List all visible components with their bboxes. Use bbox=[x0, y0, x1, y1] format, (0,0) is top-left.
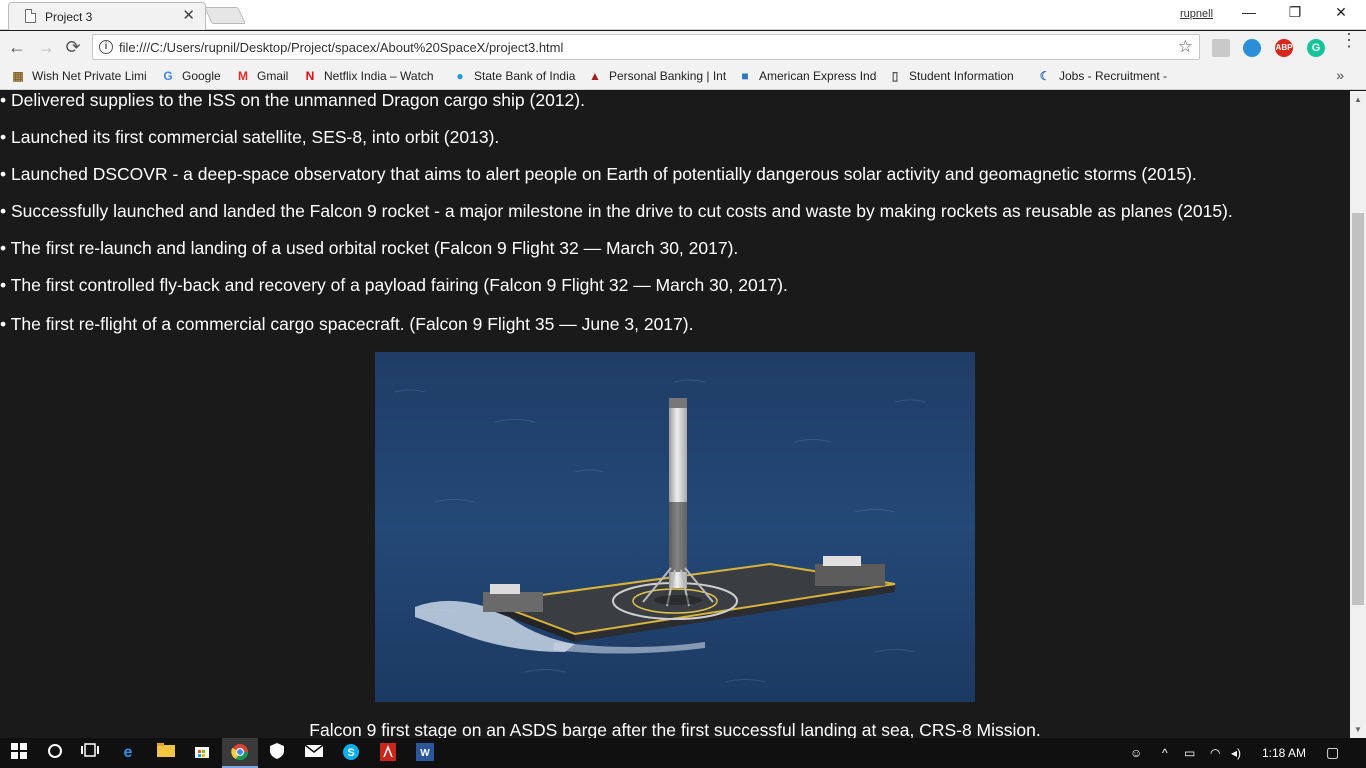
bookmark-label: Jobs - Recruitment - bbox=[1059, 69, 1168, 83]
vertical-scrollbar[interactable]: ▲ ▼ bbox=[1350, 91, 1366, 738]
scroll-down-arrow[interactable]: ▼ bbox=[1350, 725, 1366, 734]
edge-browser-icon[interactable]: e bbox=[118, 743, 138, 763]
chevron-up-icon[interactable]: ^ bbox=[1162, 746, 1168, 760]
milestone-item: • Launched its first commercial satellit… bbox=[0, 127, 500, 147]
adblock-plus-icon[interactable]: ABP bbox=[1275, 39, 1293, 57]
chrome-icon[interactable] bbox=[230, 743, 250, 763]
jobs-icon: ☾ bbox=[1039, 69, 1051, 83]
bookmark-item[interactable]: ■ American Express Ind bbox=[737, 68, 876, 86]
profile-button[interactable]: rupnell bbox=[1180, 8, 1213, 20]
grammarly-icon[interactable]: G bbox=[1307, 39, 1325, 57]
search-icon[interactable] bbox=[45, 743, 65, 763]
amex-icon: ■ bbox=[741, 69, 749, 83]
menu-icon[interactable]: ⋮ bbox=[1340, 31, 1358, 49]
browser-tab-strip: Project 3 ✕ rupnell — ❐ ✕ bbox=[0, 0, 1366, 30]
reload-button[interactable]: ⟳ bbox=[62, 36, 84, 58]
bookmarks-bar: ▦ Wish Net Private Limi G Google M Gmail NN… bbox=[0, 63, 1366, 90]
svg-text:W: W bbox=[420, 748, 430, 759]
bookmark-label: Personal Banking | Int bbox=[609, 69, 727, 83]
page-icon: ▯ bbox=[891, 69, 899, 83]
eye-extension-icon[interactable] bbox=[1243, 39, 1261, 57]
bookmark-item[interactable]: G Google bbox=[160, 68, 221, 86]
bookmark-label: Wish Net Private Limi bbox=[32, 69, 147, 83]
store-icon[interactable] bbox=[192, 743, 212, 763]
minimize-button[interactable]: — bbox=[1226, 4, 1272, 20]
bookmark-item[interactable]: ● State Bank of India bbox=[452, 68, 575, 86]
restore-button[interactable]: ❐ bbox=[1272, 4, 1318, 21]
back-button[interactable]: ← bbox=[6, 36, 28, 58]
google-icon: G bbox=[163, 69, 173, 83]
scrollbar-thumb[interactable] bbox=[1352, 213, 1364, 605]
bookmark-label: Gmail bbox=[257, 69, 289, 83]
document-icon bbox=[25, 9, 36, 23]
bookmark-item[interactable]: ▲ Personal Banking | Int bbox=[587, 68, 726, 86]
new-tab-button[interactable] bbox=[204, 7, 246, 24]
url-text[interactable]: file:///C:/Users/rupnil/Desktop/Project/… bbox=[119, 40, 563, 55]
bookmark-item[interactable]: ▦ Wish Net Private Limi bbox=[10, 68, 147, 86]
bookmark-label: American Express Ind bbox=[759, 69, 877, 83]
tab-title: Project 3 bbox=[45, 10, 93, 24]
shield-icon[interactable] bbox=[267, 743, 287, 763]
bookmark-star-icon[interactable]: ☆ bbox=[1178, 37, 1193, 57]
browser-toolbar: ← → ⟳ i file:///C:/Users/rupnil/Desktop/… bbox=[0, 31, 1366, 63]
mail-icon[interactable] bbox=[304, 743, 324, 763]
scroll-up-arrow[interactable]: ▲ bbox=[1350, 95, 1366, 104]
falcon9-barge-photo bbox=[375, 352, 975, 702]
taskbar-clock[interactable]: 1:18 AM bbox=[1262, 746, 1306, 760]
bank-icon: ▲ bbox=[589, 69, 601, 83]
windows-start-icon[interactable] bbox=[9, 743, 29, 763]
sbi-icon: ● bbox=[456, 69, 464, 83]
milestone-item: • The first re-launch and landing of a u… bbox=[0, 238, 739, 258]
wishnet-icon: ▦ bbox=[12, 69, 24, 83]
volume-icon[interactable]: ◂) bbox=[1231, 746, 1241, 760]
skype-icon[interactable]: S bbox=[341, 743, 361, 763]
gmail-icon: M bbox=[238, 69, 248, 83]
bookmark-item[interactable]: ☾ Jobs - Recruitment - bbox=[1037, 68, 1167, 86]
milestone-item: • Successfully launched and landed the F… bbox=[0, 201, 1233, 221]
tab-close-button[interactable]: ✕ bbox=[182, 8, 195, 24]
wifi-icon[interactable]: ◠ bbox=[1210, 746, 1220, 760]
bookmark-label: State Bank of India bbox=[474, 69, 576, 83]
more-bookmarks-button[interactable]: » bbox=[1336, 67, 1344, 83]
extension-icon[interactable] bbox=[1212, 39, 1230, 57]
close-window-button[interactable]: ✕ bbox=[1318, 4, 1364, 21]
bookmark-item[interactable]: M Gmail bbox=[235, 68, 288, 86]
address-bar[interactable]: i file:///C:/Users/rupnil/Desktop/Projec… bbox=[92, 34, 1200, 60]
people-icon[interactable]: ☺ bbox=[1130, 746, 1142, 760]
milestone-item: • The first re-flight of a commercial ca… bbox=[0, 314, 694, 334]
word-icon[interactable]: W bbox=[415, 743, 435, 763]
tab-project-3[interactable]: Project 3 ✕ bbox=[8, 2, 206, 30]
svg-text:S: S bbox=[347, 747, 354, 759]
bookmark-item[interactable]: ▯ Student Information bbox=[887, 68, 1014, 86]
bookmark-label: Google bbox=[182, 69, 221, 83]
milestone-item: • The first controlled fly-back and reco… bbox=[0, 275, 788, 295]
milestone-item: • Launched DSCOVR - a deep-space observa… bbox=[0, 164, 1197, 184]
pdf-reader-icon[interactable] bbox=[378, 743, 398, 763]
forward-button[interactable]: → bbox=[35, 36, 57, 58]
milestone-item: • Delivered supplies to the ISS on the u… bbox=[0, 91, 585, 110]
figure-caption: Falcon 9 first stage on an ASDS barge af… bbox=[309, 720, 1041, 738]
netflix-icon: N bbox=[305, 69, 315, 83]
task-view-icon[interactable] bbox=[80, 743, 100, 763]
info-icon[interactable]: i bbox=[99, 40, 113, 54]
file-explorer-icon[interactable] bbox=[156, 743, 176, 763]
bookmark-label: Student Information bbox=[909, 69, 1014, 83]
bookmark-label: Netflix India – Watch bbox=[324, 69, 434, 83]
page-content: • Delivered supplies to the ISS on the u… bbox=[0, 91, 1350, 738]
bookmark-item[interactable]: N Netflix India – Watch bbox=[302, 68, 434, 86]
battery-icon[interactable]: ▭ bbox=[1184, 746, 1195, 760]
notification-icon[interactable]: ▢ bbox=[1326, 744, 1339, 761]
windows-taskbar: e S W ☺ ^ ▭ ◠ ◂) 1:18 AM ▢ bbox=[0, 738, 1366, 768]
